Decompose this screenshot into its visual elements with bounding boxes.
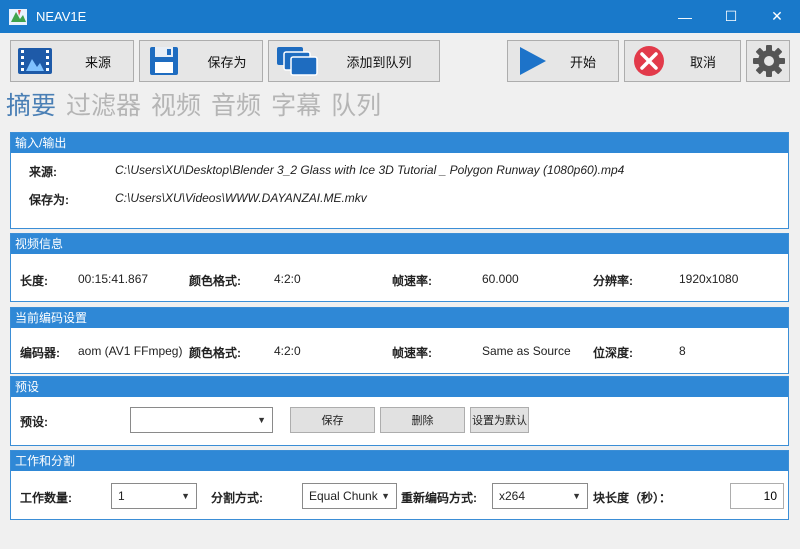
encode-fps-value: Same as Source (482, 344, 571, 358)
split-method-select[interactable]: Equal Chunk ▼ (302, 483, 397, 509)
preset-delete-button[interactable]: 删除 (380, 407, 465, 433)
settings-button[interactable] (746, 40, 790, 82)
preset-save-button[interactable]: 保存 (290, 407, 375, 433)
length-value: 00:15:41.867 (78, 272, 149, 286)
maximize-button[interactable]: ☐ (708, 0, 754, 33)
encode-settings-panel: 当前编码设置 编码器: aom (AV1 FFmpeg) 颜色格式: 4:2:0… (10, 307, 789, 374)
resolution-value: 1920x1080 (679, 272, 739, 286)
length-label: 长度: (20, 274, 48, 288)
encode-color-label: 颜色格式: (189, 346, 241, 360)
floppy-disk-icon (150, 47, 178, 75)
frame-rate-value: 60.000 (482, 272, 519, 286)
reencode-select-value: x264 (499, 489, 526, 503)
add-to-queue-button-label: 添加到队列 (346, 54, 412, 70)
cancel-button-label: 取消 (689, 54, 716, 70)
start-button-label: 开始 (569, 54, 596, 70)
save-path: C:\Users\XU\Videos\WWW.DAYANZAI.ME.mkv (115, 191, 367, 205)
cancel-button[interactable]: 取消 (624, 40, 741, 82)
tab-audio[interactable]: 音频 (211, 90, 261, 122)
color-format-label: 颜色格式: (189, 274, 241, 288)
main-window: 来源 保存为 添加到队列 开始 取消 摘要 过滤器 视频 音频 字幕 队列 输入… (0, 33, 800, 549)
chevron-down-icon: ▼ (181, 491, 190, 501)
tab-filters[interactable]: 过滤器 (66, 90, 141, 122)
preset-header: 预设 (11, 377, 788, 397)
cancel-x-icon (634, 46, 664, 76)
play-icon (520, 47, 546, 75)
close-window-button[interactable]: ✕ (754, 0, 800, 33)
gear-icon (753, 45, 785, 77)
preset-set-default-button[interactable]: 设置为默认 (470, 407, 529, 433)
encoder-value: aom (AV1 FFmpeg) (78, 344, 183, 358)
video-info-header: 视频信息 (11, 234, 788, 254)
frame-rate-label: 帧速率: (392, 274, 432, 288)
tab-subtitles[interactable]: 字幕 (271, 90, 321, 122)
video-file-icon (18, 48, 52, 74)
windows-stack-icon (277, 47, 318, 76)
save-as-button-label: 保存为 (207, 54, 247, 70)
work-split-header: 工作和分割 (11, 451, 788, 471)
chevron-down-icon: ▼ (572, 491, 581, 501)
reencode-select[interactable]: x264 ▼ (492, 483, 588, 509)
reencode-label: 重新编码方式: (401, 491, 477, 505)
source-button-label: 来源 (84, 54, 111, 70)
start-button[interactable]: 开始 (507, 40, 619, 82)
chunk-length-input[interactable] (730, 483, 784, 509)
encode-color-value: 4:2:0 (274, 344, 301, 358)
preset-select[interactable]: ▼ (130, 407, 273, 433)
add-to-queue-button[interactable]: 添加到队列 (268, 40, 440, 82)
tab-video[interactable]: 视频 (151, 90, 201, 122)
video-info-panel: 视频信息 长度: 00:15:41.867 颜色格式: 4:2:0 帧速率: 6… (10, 233, 789, 302)
io-panel: 输入/输出 来源: C:\Users\XU\Desktop\Blender 3_… (10, 132, 789, 229)
title-bar: NEAV1E — ☐ ✕ (0, 0, 800, 33)
bit-depth-label: 位深度: (593, 346, 633, 360)
work-split-panel: 工作和分割 工作数量: 1 ▼ 分割方式: Equal Chunk ▼ 重新编码… (10, 450, 789, 520)
source-path: C:\Users\XU\Desktop\Blender 3_2 Glass wi… (115, 163, 625, 177)
encode-fps-label: 帧速率: (392, 346, 432, 360)
preset-panel: 预设 预设: ▼ 保存 删除 设置为默认 (10, 376, 789, 446)
maximize-icon: ☐ (724, 8, 738, 24)
tab-bar: 摘要 过滤器 视频 音频 字幕 队列 (6, 90, 381, 122)
chevron-down-icon: ▼ (381, 491, 390, 501)
tab-queue[interactable]: 队列 (331, 90, 381, 122)
preset-label: 预设: (20, 415, 48, 429)
encoder-label: 编码器: (20, 346, 60, 360)
save-as-label: 保存为: (29, 193, 69, 207)
resolution-label: 分辨率: (593, 274, 633, 288)
source-button[interactable]: 来源 (10, 40, 134, 82)
encode-settings-header: 当前编码设置 (11, 308, 788, 328)
color-format-value: 4:2:0 (274, 272, 301, 286)
close-icon: ✕ (771, 8, 783, 24)
app-logo-icon (9, 9, 27, 25)
chevron-down-icon: ▼ (257, 415, 266, 425)
source-label: 来源: (29, 165, 57, 179)
workers-select[interactable]: 1 ▼ (111, 483, 197, 509)
workers-select-value: 1 (118, 489, 125, 503)
workers-label: 工作数量: (20, 491, 72, 505)
chunk-length-label: 块长度（秒）： (593, 491, 672, 505)
minimize-icon: — (678, 8, 692, 25)
bit-depth-value: 8 (679, 344, 686, 358)
split-method-value: Equal Chunk (309, 489, 378, 503)
io-panel-header: 输入/输出 (11, 133, 788, 153)
tab-summary[interactable]: 摘要 (6, 90, 56, 122)
window-title: NEAV1E (36, 9, 87, 24)
save-as-button[interactable]: 保存为 (139, 40, 263, 82)
minimize-button[interactable]: — (662, 0, 708, 33)
split-method-label: 分割方式: (211, 491, 263, 505)
